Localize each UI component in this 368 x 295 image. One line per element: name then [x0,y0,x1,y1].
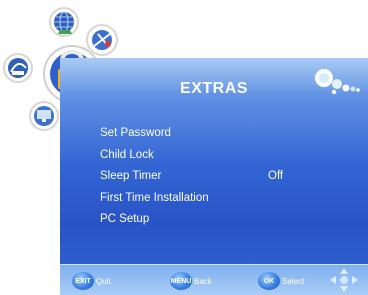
menu-item-pc-setup[interactable]: PC Setup [100,209,360,231]
nav-arrows-icon [330,268,358,292]
sleep-timer-value: Off [268,170,284,182]
satellite-icon[interactable] [86,24,118,56]
globe-icon[interactable] [49,7,79,37]
menu-item-label: First Time Installation [100,191,209,204]
menu-label: Back [194,276,212,286]
ok-select-button[interactable]: OK Select [258,272,304,290]
menu-item-label: Set Password [100,127,171,139]
extras-menu-panel: EXTRAS Set Password Child Lock Sleep Tim… [60,58,368,295]
menu-key: MENU [170,272,192,290]
exit-label: Quit [96,276,111,286]
menu-back-button[interactable]: MENU Back [170,272,212,290]
menu-item-label: PC Setup [100,213,150,225]
menu-item-first-time-installation[interactable]: First Time Installation [100,188,360,210]
footer-bar: EXIT Quit MENU Back OK Select [60,264,368,295]
monitor-icon[interactable] [29,101,59,131]
menu-item-label: Sleep Timer [100,170,162,182]
menu-item-set-password[interactable]: Set Password [100,123,360,145]
satellite-dish-icon[interactable] [3,53,33,83]
menu-item-label: Child Lock [100,148,154,161]
menu-item-sleep-timer[interactable]: Sleep Timer Off [100,166,360,188]
menu-item-child-lock[interactable]: Child Lock [100,145,360,167]
decorative-bubbles-icon [315,69,360,95]
exit-quit-button[interactable]: EXIT Quit [72,272,111,290]
ok-label: Select [282,276,305,286]
extras-menu-list: Set Password Child Lock Sleep Timer Off … [100,123,360,231]
exit-key: EXIT [72,272,94,290]
ok-key: OK [258,272,280,290]
